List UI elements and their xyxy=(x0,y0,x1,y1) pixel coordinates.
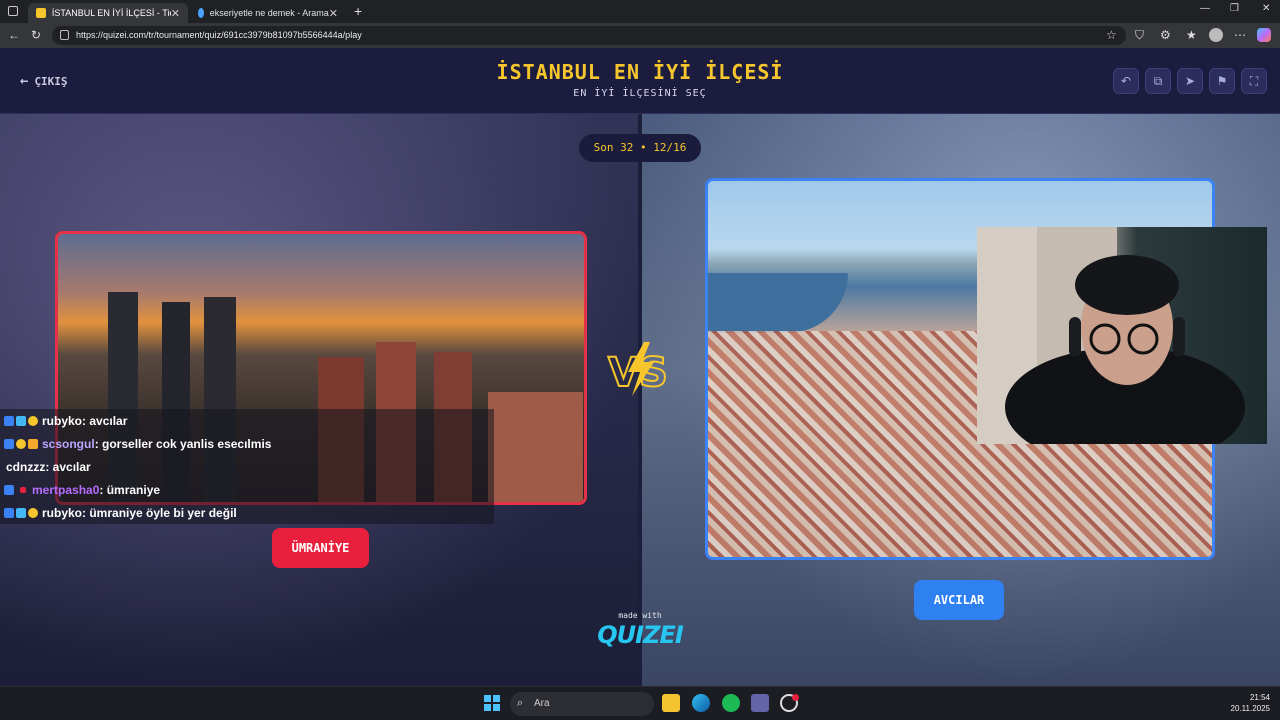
choose-right-button[interactable]: AVCILAR xyxy=(914,580,1004,620)
site-info-icon[interactable] xyxy=(60,30,69,40)
fullscreen-icon: ⛶ xyxy=(1249,73,1259,88)
taskbar-search[interactable]: Ara xyxy=(510,692,654,716)
search-icon: ⌕ xyxy=(517,697,524,709)
reload-icon[interactable]: ↻ xyxy=(31,28,41,42)
notification-dot xyxy=(792,694,799,701)
chat-text: : avcılar xyxy=(82,413,128,428)
chat-message: cdnzzz : avcılar xyxy=(0,455,494,478)
report-button[interactable]: ⚑ xyxy=(1209,68,1235,94)
prime-badge-icon xyxy=(4,507,14,518)
building-shape xyxy=(488,392,583,502)
prime-badge-icon xyxy=(4,415,14,426)
sub-badge-icon xyxy=(16,438,26,449)
chat-username: rubyko xyxy=(42,413,83,428)
teams-icon[interactable] xyxy=(751,694,769,712)
close-tab-icon[interactable]: ✕ xyxy=(329,7,338,20)
new-tab-button[interactable]: + xyxy=(354,3,362,19)
quizei-favicon-icon xyxy=(36,8,46,18)
clock-date: 20.11.2025 xyxy=(1230,704,1270,713)
center-divider xyxy=(638,114,642,686)
flag-icon: ⚑ xyxy=(1216,74,1228,88)
edge-icon[interactable] xyxy=(692,694,710,712)
page-subtitle: EN İYİ İLÇESİNİ SEÇ xyxy=(573,88,707,99)
chat-message: rubyko : avcılar xyxy=(0,409,494,432)
gift-badge-icon xyxy=(16,507,26,518)
tab-search[interactable]: ekseriyetle ne demek - Arama ✕ xyxy=(190,3,346,23)
chat-message: rubyko : ümraniye öyle bi yer değil xyxy=(0,501,494,524)
streamer-silhouette-icon xyxy=(977,227,1245,444)
red-badge-icon xyxy=(20,486,26,493)
quiz-page: ← ÇIKIŞ İSTANBUL EN İYİ İLÇESİ EN İYİ İL… xyxy=(0,48,1280,686)
tab-list-icon[interactable] xyxy=(8,6,18,16)
extensions-icon[interactable]: ⚙ xyxy=(1160,28,1171,42)
sub-badge-icon xyxy=(28,415,38,426)
undo-icon: ↶ xyxy=(1120,74,1132,88)
round-progress-badge: Son 32 • 12/16 xyxy=(579,134,701,162)
webcam-overlay xyxy=(977,227,1267,444)
sub-badge-icon xyxy=(28,507,38,518)
close-window-icon[interactable]: ✕ xyxy=(1262,3,1270,14)
tab-title: ekseriyetle ne demek - Arama xyxy=(209,8,329,18)
back-icon[interactable]: ← xyxy=(8,28,20,42)
prime-badge-icon xyxy=(4,484,14,495)
copy-button[interactable]: ⧉ xyxy=(1145,68,1171,94)
address-bar[interactable]: https://quizei.com/tr/tournament/quiz/69… xyxy=(52,26,1126,45)
close-tab-icon[interactable]: ✕ xyxy=(171,7,180,20)
copy-icon: ⧉ xyxy=(1153,73,1163,88)
maximize-icon[interactable]: ❐ xyxy=(1230,3,1239,14)
clock-time: 21:54 xyxy=(1249,693,1270,702)
tab-title: İSTANBUL EN İYİ İLÇESİ - Tier List xyxy=(51,8,171,18)
tab-tier-list[interactable]: İSTANBUL EN İYİ İLÇESİ - Tier List ✕ xyxy=(28,3,188,23)
copilot-icon[interactable] xyxy=(1257,28,1271,42)
chat-username: rubyko xyxy=(42,505,83,520)
chat-username: cdnzzz xyxy=(6,459,46,474)
taskbar-clock[interactable]: 21:54 20.11.2025 xyxy=(1224,692,1270,714)
profile-avatar[interactable] xyxy=(1209,28,1223,42)
spotify-icon[interactable] xyxy=(722,694,740,712)
chat-text: : ümraniye xyxy=(99,482,161,497)
favorite-star-icon[interactable]: ☆ xyxy=(1106,28,1117,42)
page-title: İSTANBUL EN İYİ İLÇESİ xyxy=(496,60,784,84)
quizei-logo[interactable]: QUIZEI xyxy=(596,621,684,649)
prime-badge-icon xyxy=(4,438,14,449)
chat-username: mertpasha0 xyxy=(32,482,100,497)
crown-badge-icon xyxy=(28,438,38,449)
chat-text: : avcılar xyxy=(45,459,91,474)
chat-text: : gorseller cok yanlis esecılmis xyxy=(94,436,272,451)
shield-icon[interactable]: ⛉ xyxy=(1135,28,1144,43)
gift-badge-icon xyxy=(16,415,26,426)
made-with-label: made with xyxy=(618,611,662,620)
chat-message: scsongul : gorseller cok yanlis esecılmi… xyxy=(0,432,494,455)
undo-button[interactable]: ↶ xyxy=(1113,68,1139,94)
search-favicon-icon xyxy=(198,8,204,18)
file-explorer-icon[interactable] xyxy=(662,694,680,712)
choose-left-button[interactable]: ÜMRANİYE xyxy=(272,528,369,568)
vs-icon: VS xyxy=(607,342,669,397)
minimize-icon[interactable]: — xyxy=(1200,3,1210,14)
collections-icon[interactable]: ★ xyxy=(1186,28,1197,42)
more-menu-icon[interactable]: ⋯ xyxy=(1234,28,1246,42)
fullscreen-button[interactable]: ⛶ xyxy=(1241,68,1267,94)
share-button[interactable]: ➤ xyxy=(1177,68,1203,94)
chat-username: scsongul xyxy=(42,436,95,451)
sea-shape xyxy=(708,273,848,333)
chat-message: mertpasha0 : ümraniye xyxy=(0,478,494,501)
stream-chat-overlay: rubyko : avcılar scsongul : gorseller co… xyxy=(0,409,494,525)
windows-start-icon[interactable] xyxy=(484,695,500,711)
chat-text: : ümraniye öyle bi yer değil xyxy=(82,505,237,520)
send-icon: ➤ xyxy=(1184,74,1196,88)
